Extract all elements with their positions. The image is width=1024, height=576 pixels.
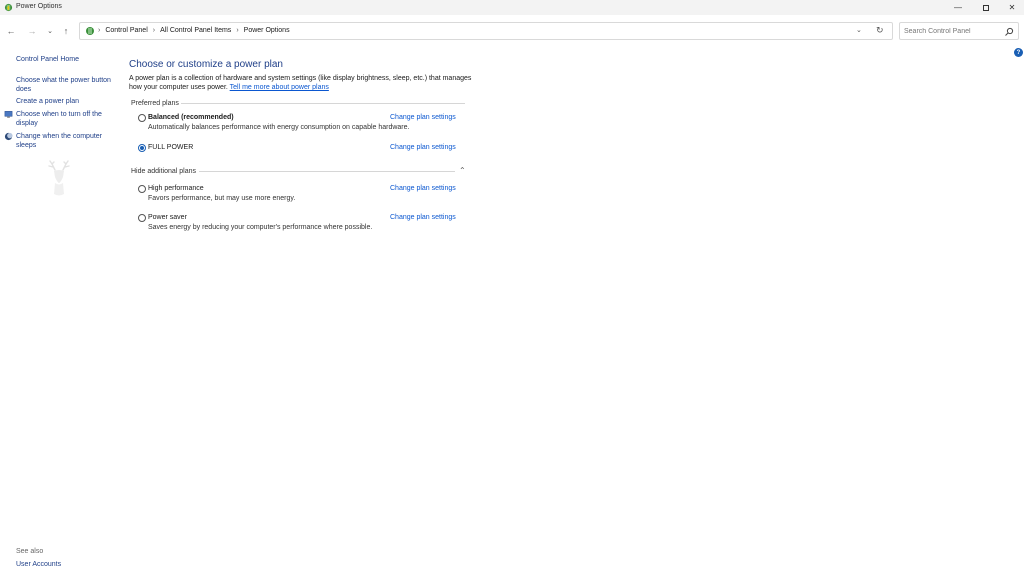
power-options-icon: [4, 3, 13, 12]
navigation-bar: ← → ⌄ ↑ › Control Panel › All Control Pa…: [0, 15, 1024, 47]
change-plan-settings-link[interactable]: Change plan settings: [390, 185, 456, 192]
plan-description: Saves energy by reducing your computer's…: [148, 224, 373, 231]
breadcrumb-power-options[interactable]: Power Options: [244, 27, 290, 34]
up-button[interactable]: ↑: [60, 25, 72, 37]
control-panel-icon: [86, 27, 94, 35]
chevron-right-icon: ›: [98, 27, 101, 34]
sidebar-item-create-plan[interactable]: Create a power plan: [16, 97, 116, 106]
plan-radio-power-saver[interactable]: [138, 214, 146, 222]
back-button[interactable]: ←: [5, 25, 17, 37]
section-divider: [199, 171, 455, 172]
plan-name: High performance: [148, 185, 204, 192]
maximize-icon: [983, 4, 989, 11]
display-icon: [4, 111, 13, 118]
help-icon[interactable]: ?: [1014, 48, 1023, 57]
section-divider: [181, 103, 465, 104]
sidebar-item-power-button[interactable]: Choose what the power button does: [16, 76, 116, 94]
search-icon[interactable]: [1004, 27, 1014, 37]
plan-description: Automatically balances performance with …: [148, 124, 410, 131]
chevron-right-icon: ›: [236, 27, 239, 34]
change-plan-settings-link[interactable]: Change plan settings: [390, 144, 456, 151]
plan-full-power[interactable]: FULL POWER Change plan settings: [138, 143, 458, 167]
sidebar: Control Panel Home Choose what the power…: [0, 47, 120, 576]
search-box[interactable]: [899, 22, 1019, 40]
plan-radio-balanced[interactable]: [138, 114, 146, 122]
sidebar-item-sleep[interactable]: Change when the computer sleeps: [16, 132, 111, 150]
minimize-icon: —: [954, 3, 962, 12]
hide-additional-plans-label[interactable]: Hide additional plans: [131, 168, 196, 175]
recent-locations-button[interactable]: ⌄: [44, 25, 56, 37]
deer-watermark-icon: [48, 160, 70, 196]
address-bar[interactable]: › Control Panel › All Control Panel Item…: [79, 22, 893, 40]
close-icon: ✕: [1008, 3, 1016, 12]
preferred-plans-label: Preferred plans: [131, 100, 179, 107]
arrow-right-icon: →: [27, 26, 37, 36]
plan-radio-high-performance[interactable]: [138, 185, 146, 193]
title-bar: Power Options — ✕: [0, 0, 1024, 15]
sleep-moon-icon: [4, 132, 13, 141]
forward-button[interactable]: →: [26, 25, 38, 37]
intro-text: A power plan is a collection of hardware…: [129, 74, 474, 92]
page-title: Choose or customize a power plan: [129, 59, 283, 70]
plan-high-performance[interactable]: High performance Favors performance, but…: [138, 184, 458, 208]
refresh-icon[interactable]: ↻: [876, 25, 884, 36]
see-also-user-accounts[interactable]: User Accounts: [16, 561, 61, 568]
change-plan-settings-link[interactable]: Change plan settings: [390, 214, 456, 221]
maximize-button[interactable]: [972, 0, 1000, 15]
address-history-dropdown[interactable]: ⌄: [856, 26, 862, 34]
plan-balanced[interactable]: Balanced (recommended) Automatically bal…: [138, 113, 458, 137]
change-plan-settings-link[interactable]: Change plan settings: [390, 114, 456, 121]
sidebar-item-home[interactable]: Control Panel Home: [16, 55, 116, 64]
plan-description: Favors performance, but may use more ene…: [148, 195, 296, 202]
plan-radio-full-power[interactable]: [138, 144, 146, 152]
sidebar-item-display-off[interactable]: Choose when to turn off the display: [16, 110, 111, 128]
chevron-up-icon[interactable]: ⌃: [459, 167, 467, 175]
search-input[interactable]: [904, 26, 1000, 37]
tell-me-more-link[interactable]: Tell me more about power plans: [230, 84, 329, 91]
plan-name: Balanced (recommended): [148, 114, 234, 121]
close-button[interactable]: ✕: [998, 0, 1024, 15]
arrow-up-icon: ↑: [63, 26, 69, 36]
see-also-label: See also: [16, 548, 44, 555]
chevron-right-icon: ›: [152, 27, 156, 34]
plan-power-saver[interactable]: Power saver Saves energy by reducing you…: [138, 213, 458, 237]
breadcrumb-all-items[interactable]: All Control Panel Items: [160, 27, 231, 34]
plan-name: FULL POWER: [148, 144, 194, 151]
chevron-down-icon: ⌄: [47, 28, 53, 35]
window-title: Power Options: [16, 3, 62, 10]
main-content: Choose or customize a power plan A power…: [129, 47, 1009, 576]
breadcrumb-control-panel[interactable]: Control Panel: [105, 27, 147, 34]
breadcrumb: › Control Panel › All Control Panel Item…: [98, 27, 290, 34]
arrow-left-icon: ←: [6, 26, 16, 36]
minimize-button[interactable]: —: [944, 0, 972, 15]
plan-name: Power saver: [148, 214, 187, 221]
